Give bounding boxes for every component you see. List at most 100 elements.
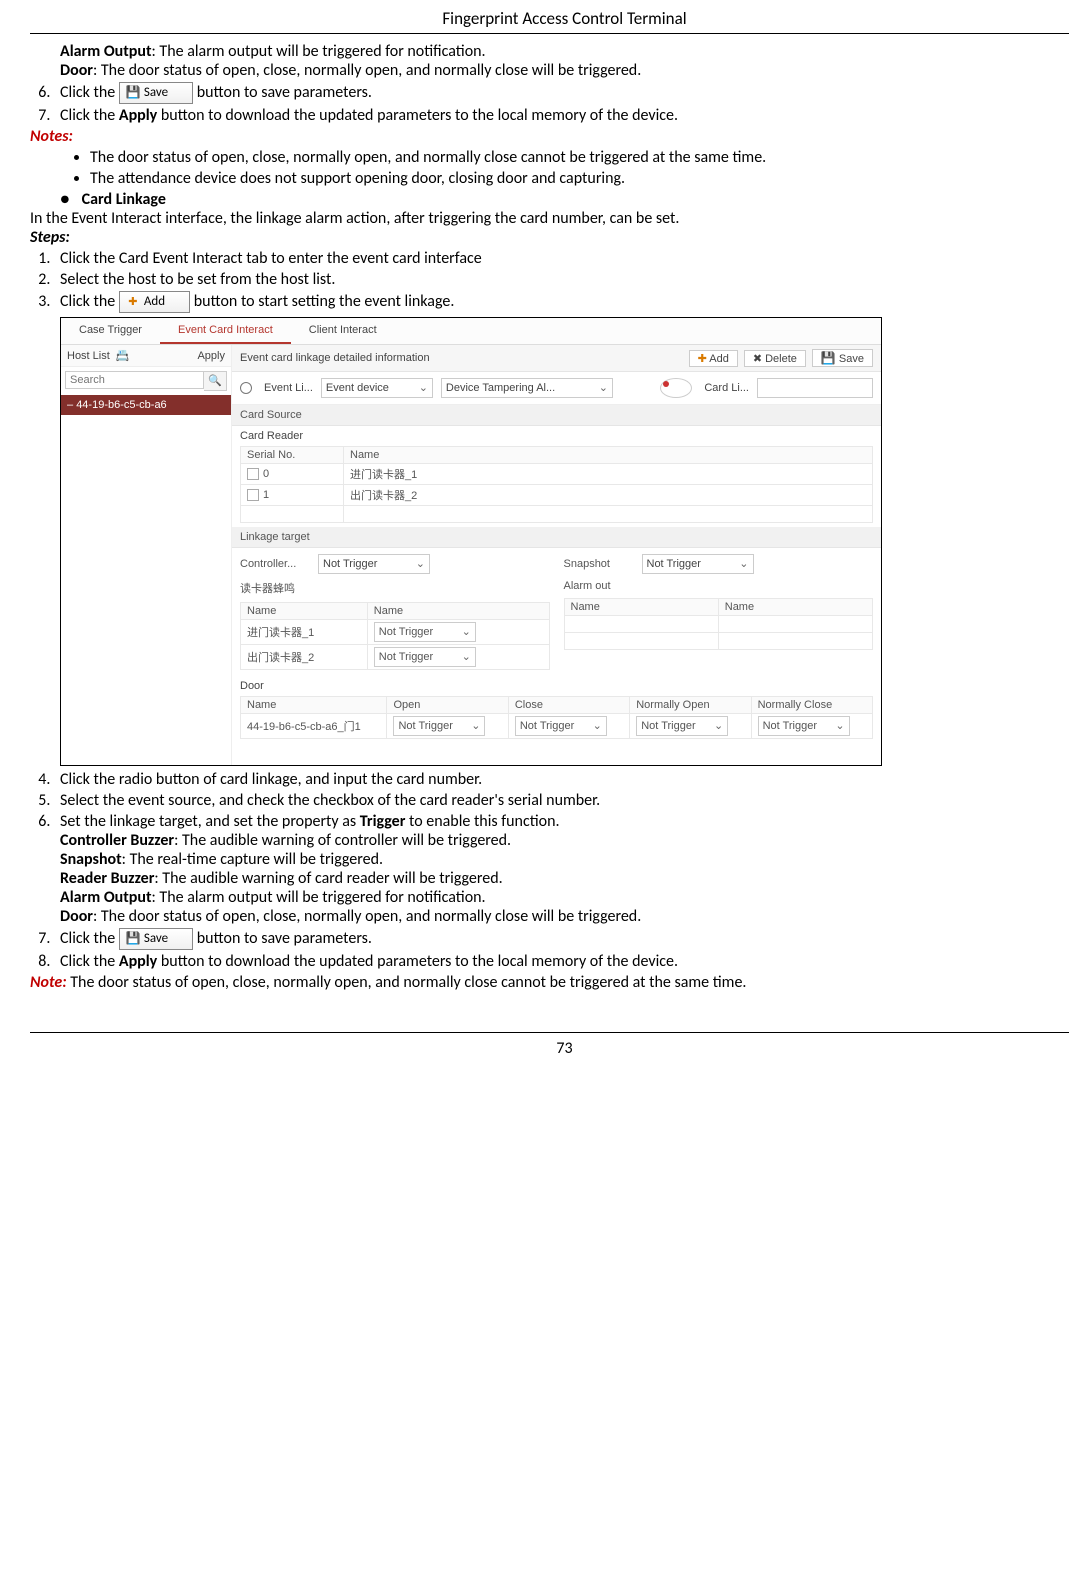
door-nclose-select[interactable]: Not Trigger: [758, 716, 850, 736]
card-reader-table: Serial No.Name 0进门读卡器_1 1出门读卡器_2: [240, 446, 873, 523]
door-close-select[interactable]: Not Trigger: [515, 716, 607, 736]
step6-text-b: button to save parameters.: [197, 83, 372, 102]
checkbox-reader-0[interactable]: [247, 468, 259, 480]
card-step-8: Click the Apply button to download the u…: [54, 952, 1069, 971]
note-2: The attendance device does not support o…: [90, 169, 1069, 188]
ao-col-name2: Name: [718, 599, 872, 616]
card-step8-b: button to download the updated parameter…: [157, 952, 678, 971]
card-step-6: Set the linkage target, and set the prop…: [54, 812, 1069, 926]
prop-controller-buzzer-text: : The audible warning of controller will…: [174, 831, 511, 850]
radio-card-linkage[interactable]: [660, 378, 692, 398]
prop-alarm-output-label: Alarm Output: [60, 888, 152, 907]
card-source-section: Card Source: [232, 405, 881, 426]
reader-buzzer-label: 读卡器蜂鸣: [240, 580, 310, 596]
card-step-5: Select the event source, and check the c…: [54, 791, 1069, 810]
tab-client-interact[interactable]: Client Interact: [291, 318, 395, 344]
door-col-name: Name: [241, 697, 387, 714]
door-nopen-select[interactable]: Not Trigger: [636, 716, 728, 736]
door-label: Door: [240, 680, 873, 692]
prop-snapshot-text: : The real-time capture will be triggere…: [122, 850, 383, 869]
detail-title: Event card linkage detailed information: [240, 352, 683, 364]
reader-buzzer-table: NameName 进门读卡器_1 Not Trigger 出门读卡器_2 Not T…: [240, 602, 550, 670]
tab-event-card-interact[interactable]: Event Card Interact: [160, 318, 291, 344]
reader-1-name: 出门读卡器_2: [344, 485, 873, 506]
card-linkage-heading: Card Linkage: [82, 190, 166, 209]
door-table: Name Open Close Normally Open Normally C…: [240, 696, 873, 739]
step-6: Click the Save button to save parameters…: [54, 82, 1069, 104]
card-step-7: Click the Save button to save parameters…: [54, 928, 1069, 950]
step6-text-a: Click the: [60, 83, 119, 102]
prop-reader-buzzer-label: Reader Buzzer: [60, 869, 154, 888]
linkage-target-section: Linkage target: [232, 527, 881, 548]
door-col-nopen: Normally Open: [630, 697, 751, 714]
rb-col-name2: Name: [367, 603, 549, 620]
card-linkage-intro: In the Event Interact interface, the lin…: [30, 209, 1069, 228]
screenshot-event-card-interact: Case Trigger Event Card Interact Client …: [60, 317, 882, 766]
step-7: Click the Apply button to download the u…: [54, 106, 1069, 125]
add-icon-small: [698, 353, 707, 365]
step7-text-a: Click the: [60, 106, 119, 125]
search-input[interactable]: [65, 371, 204, 389]
save-icon-2: [126, 930, 140, 948]
steps-heading: Steps:: [30, 228, 1069, 247]
card-step-1: Click the Card Event Interact tab to ent…: [54, 249, 1069, 268]
radio-event-linkage[interactable]: [240, 382, 252, 394]
apply-button[interactable]: Apply: [197, 350, 225, 362]
add-button-label: Add: [144, 294, 165, 309]
note-text-2: The door status of open, close, normally…: [67, 973, 747, 992]
page-number: 73: [30, 1032, 1069, 1058]
door-open-select[interactable]: Not Trigger: [393, 716, 485, 736]
save-icon: [126, 84, 140, 102]
card-step7-b: button to save parameters.: [197, 929, 372, 948]
note-1: The door status of open, close, normally…: [90, 148, 1069, 167]
event-li-label: Event Li...: [264, 382, 313, 394]
col-name: Name: [344, 447, 873, 464]
delete-button[interactable]: ✖ Delete: [744, 350, 806, 367]
rb-row2-select[interactable]: Not Trigger: [374, 647, 476, 667]
checkbox-reader-1[interactable]: [247, 489, 259, 501]
prop-door-text: : The door status of open, close, normal…: [93, 907, 641, 926]
col-serial: Serial No.: [241, 447, 344, 464]
door-col-nclose: Normally Close: [751, 697, 872, 714]
snapshot-select[interactable]: Not Trigger: [642, 554, 754, 574]
rb-row1-select[interactable]: Not Trigger: [374, 622, 476, 642]
card-step8-a: Click the: [60, 952, 119, 971]
card-step3-b: button to start setting the event linkag…: [194, 292, 455, 311]
add-button[interactable]: Add: [689, 350, 738, 367]
door-col-open: Open: [387, 697, 508, 714]
card-step-4: Click the radio button of card linkage, …: [54, 770, 1069, 789]
card-li-label: Card Li...: [704, 382, 749, 394]
card-step7-a: Click the: [60, 929, 119, 948]
host-item[interactable]: 44-19-b6-c5-cb-a6: [61, 395, 231, 415]
add-button-image: Add: [119, 291, 190, 313]
card-step6-b: to enable this function.: [405, 812, 559, 831]
page-header: Fingerprint Access Control Terminal: [30, 0, 1069, 34]
bullet-icon: [60, 190, 82, 209]
save-button-image-2: Save: [119, 928, 193, 950]
event-type-select[interactable]: Device Tampering Al...: [441, 378, 613, 398]
host-list-label: Host List: [67, 350, 110, 362]
step7-text-b: button to download the updated parameter…: [157, 106, 678, 125]
event-device-select[interactable]: Event device: [321, 378, 433, 398]
card-reader-label: Card Reader: [240, 430, 873, 442]
card-step6-a: Set the linkage target, and set the prop…: [60, 812, 360, 831]
search-icon[interactable]: 🔍: [204, 371, 227, 391]
host-icon[interactable]: 📇: [116, 349, 130, 362]
prop-alarm-output-text: : The alarm output will be triggered for…: [152, 888, 486, 907]
tab-case-trigger[interactable]: Case Trigger: [61, 318, 160, 344]
prop-reader-buzzer-text: : The audible warning of card reader wil…: [154, 869, 502, 888]
rb-row2-name: 出门读卡器_2: [241, 645, 368, 670]
save-button[interactable]: Save: [812, 349, 873, 367]
controller-select[interactable]: Not Trigger: [318, 554, 430, 574]
save-button-label-2: Save: [144, 931, 168, 946]
apply-label-2: Apply: [119, 952, 157, 971]
card-number-input[interactable]: [757, 378, 873, 398]
door-label: Door: [60, 61, 93, 80]
add-icon: [126, 293, 140, 311]
prop-snapshot-label: Snapshot: [60, 850, 122, 869]
apply-label: Apply: [119, 106, 157, 125]
save-button-image: Save: [119, 82, 193, 104]
rb-row1-name: 进门读卡器_1: [241, 620, 368, 645]
rb-col-name: Name: [241, 603, 368, 620]
card-step3-a: Click the: [60, 292, 119, 311]
